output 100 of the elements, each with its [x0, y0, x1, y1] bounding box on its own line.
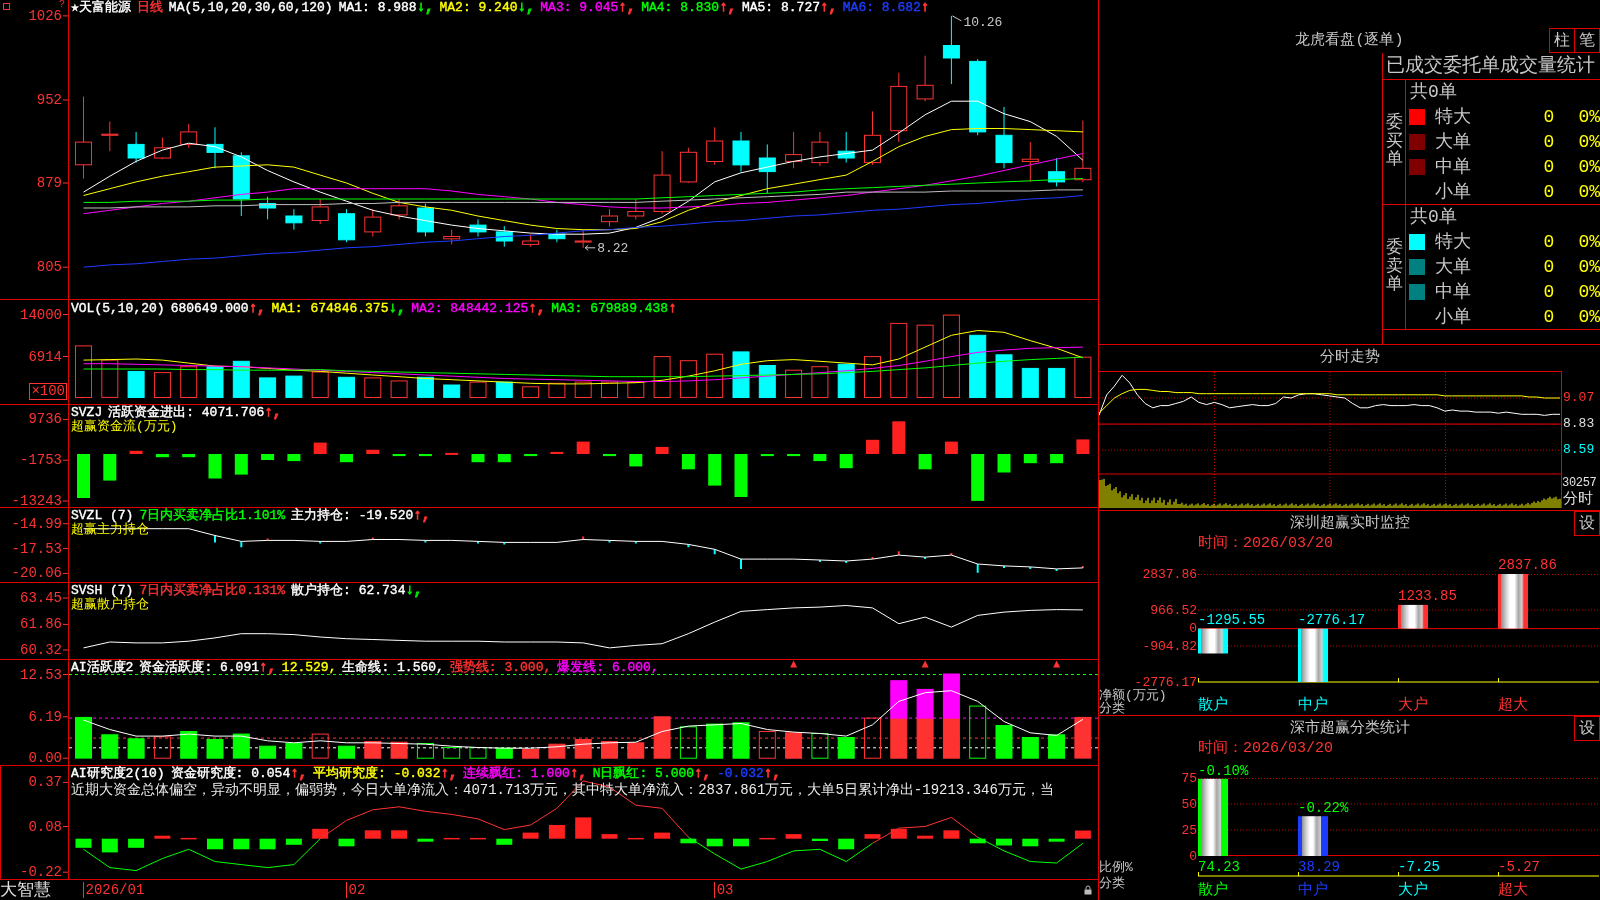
candlestick — [995, 106, 1013, 169]
order-size-label: 特大 — [1435, 106, 1471, 127]
y-axis-label: 952 — [36, 93, 62, 107]
settings-button[interactable]: 设 — [1574, 511, 1600, 536]
y-axis-label: -2776.17 — [1134, 675, 1197, 689]
activity-bar — [679, 726, 697, 759]
signal-marker-icon — [921, 660, 929, 668]
candlestick — [942, 15, 960, 85]
date-label: 时间：2026/03/20 — [1198, 740, 1333, 757]
candlestick — [1021, 141, 1039, 183]
fund-flow-bar — [681, 454, 695, 470]
indicator-text: ★天富能源 — [71, 0, 131, 15]
candlestick — [548, 229, 566, 243]
annotation: 10.26 — [963, 14, 1003, 30]
fund-flow-bar — [129, 450, 143, 454]
candlestick — [890, 72, 908, 143]
order-count: 0 — [1543, 306, 1555, 327]
order-total: 共0单 — [1410, 82, 1457, 102]
signal-marker-icon — [1053, 660, 1061, 668]
activity-bar — [390, 741, 408, 759]
fund-flow-bar — [155, 454, 169, 458]
trend-arrow: ↓, — [405, 582, 423, 598]
trend-arrow: ↑, — [719, 0, 736, 15]
trend-arrow: ↓, — [416, 0, 434, 15]
candlestick — [785, 131, 803, 169]
research-bar — [706, 838, 723, 847]
category-label: 大户 — [1398, 698, 1428, 714]
order-size-label: 大单 — [1435, 256, 1471, 277]
activity-bar — [364, 741, 382, 759]
trend-arrow: ↑, — [290, 765, 308, 781]
volume-axis-label: 分时 — [1563, 492, 1593, 508]
bar-value-label: 38.29 — [1298, 860, 1340, 875]
research-bar — [233, 838, 250, 850]
candlestick — [864, 110, 881, 166]
research-bar — [128, 838, 145, 848]
indicator-text: AI活跃度2 — [71, 660, 134, 675]
fund-flow-bar — [629, 454, 643, 467]
category-label: 中户 — [1298, 883, 1328, 899]
table-title: 已成交委托单成交量统计 — [1386, 55, 1595, 77]
order-percent: 0% — [1578, 131, 1600, 152]
fund-flow-bar — [497, 454, 511, 463]
view-toggle-button[interactable]: 柱 — [1549, 28, 1575, 53]
activity-bar — [1074, 716, 1092, 759]
order-count: 0 — [1543, 156, 1555, 177]
activity-bar — [732, 722, 750, 759]
view-toggle-button[interactable]: 笔 — [1575, 28, 1600, 53]
panel-title: 深市超赢分类统计 — [1289, 719, 1410, 738]
y-axis-label: -904.82 — [1142, 639, 1197, 653]
bar-value-label: -2776.17 — [1298, 612, 1366, 628]
research-bar — [811, 838, 828, 841]
settings-button[interactable]: 设 — [1574, 716, 1600, 741]
trend-arrow: ↑, — [440, 765, 458, 781]
activity-bar — [1048, 734, 1066, 759]
candlestick — [679, 147, 697, 184]
bar-value-label: 1233.85 — [1398, 588, 1457, 604]
y-axis-label: 0.00 — [28, 751, 62, 766]
square-icon[interactable] — [3, 3, 10, 10]
volume-bar — [1021, 367, 1039, 398]
indicator-text: 主力持仓: -19.520 — [291, 508, 414, 523]
volume-bar — [180, 366, 198, 398]
activity-bar — [180, 731, 198, 759]
fund-flow-bar — [813, 454, 827, 462]
lock-icon[interactable] — [1084, 885, 1092, 895]
analysis-text: 近期大资金总体偏空，异动不明显，偏弱势，今日大单净流入：4071.713万元，其中特大单净流入：2837.861万元，大单5日累计净出-19213.346万元，当 — [71, 782, 1054, 799]
volume-bar — [285, 375, 303, 398]
volume-bar — [206, 366, 224, 398]
fund-flow-bar — [261, 454, 275, 460]
candlestick — [390, 198, 408, 220]
candlestick — [916, 55, 934, 102]
indicator-text: SVZL (7) — [71, 508, 134, 523]
volume-bar — [469, 381, 487, 398]
volume-bar — [416, 376, 434, 398]
order-percent: 0% — [1578, 106, 1600, 127]
trend-arrow: ↑, — [820, 0, 837, 15]
y-axis-label: 6914 — [28, 349, 62, 364]
activity-bar — [890, 680, 908, 719]
order-percent: 0% — [1578, 256, 1600, 277]
indicator-subtitle: 超赢散户持仓 — [71, 598, 149, 612]
axis-title: 比例% — [1099, 861, 1133, 874]
activity-bar — [522, 749, 540, 759]
volume-bar — [443, 384, 461, 398]
research-bar — [1048, 838, 1065, 842]
activity-bar — [574, 739, 592, 759]
help-mark[interactable]: ? — [59, 0, 65, 9]
activity-bar — [495, 747, 513, 759]
indicator-text: 强势线: 3.000, — [449, 660, 552, 675]
trend-arrow: ↑, — [248, 300, 266, 316]
fund-flow-bar — [576, 441, 590, 454]
candlestick — [495, 225, 513, 248]
activity-bar — [942, 717, 960, 759]
indicator-text: SVZJ — [71, 405, 103, 420]
research-bar — [338, 838, 355, 847]
activity-bar — [259, 745, 277, 759]
candlestick — [127, 131, 145, 164]
net-amount-bar — [1198, 628, 1228, 654]
indicator-text: 12.529, — [281, 660, 337, 675]
activity-bar — [153, 736, 171, 759]
bar-change-label: -0.10% — [1198, 763, 1249, 779]
activity-bar — [864, 717, 881, 759]
activity-bar — [206, 739, 224, 759]
